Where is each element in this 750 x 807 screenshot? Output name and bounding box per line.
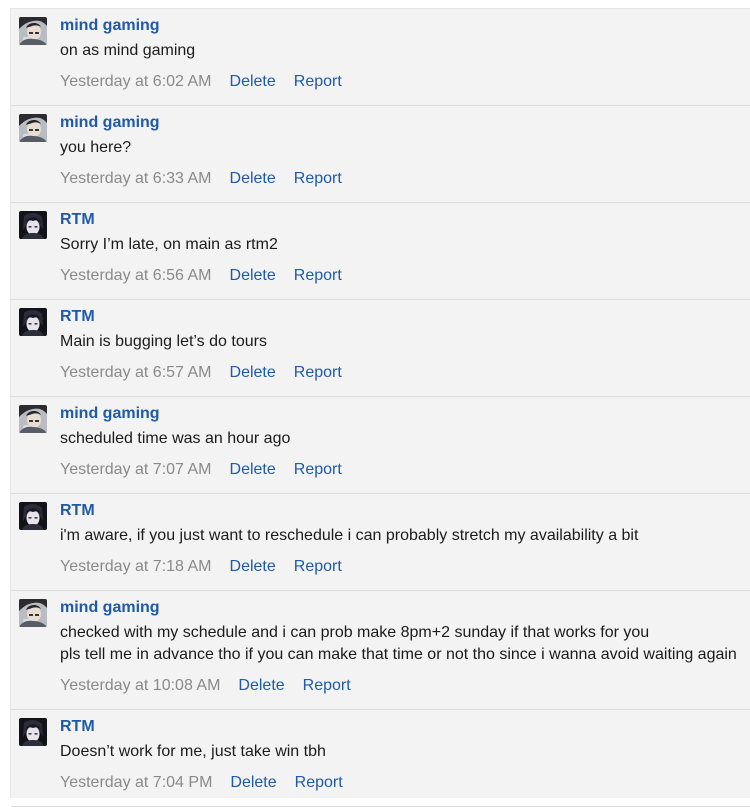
message-item: RTM i'm aware, if you just want to resche… <box>11 494 750 591</box>
message-text-line: scheduled time was an hour ago <box>60 430 291 447</box>
message-body: Main is bugging let’s do tours <box>60 331 267 353</box>
message-text-line: pls tell me in advance tho if you can ma… <box>60 646 737 663</box>
message-author[interactable]: RTM <box>60 211 95 229</box>
rtm-avatar-icon[interactable] <box>19 718 47 746</box>
message-meta: Yesterday at 6:57 AM Delete Report <box>60 363 342 383</box>
message-body: on as mind gaming <box>60 40 195 62</box>
delete-link[interactable]: Delete <box>230 364 276 381</box>
message-timestamp: Yesterday at 6:56 AM <box>60 267 212 284</box>
message-timestamp: Yesterday at 10:08 AM <box>60 677 221 694</box>
message-body: Doesn’t work for me, just take win tbh <box>60 741 326 763</box>
delete-link[interactable]: Delete <box>238 677 284 694</box>
message-meta: Yesterday at 6:02 AM Delete Report <box>60 72 342 92</box>
report-link[interactable]: Report <box>294 558 342 575</box>
message-meta: Yesterday at 7:07 AM Delete Report <box>60 460 342 480</box>
message-author[interactable]: mind gaming <box>60 599 160 617</box>
message-text-line: Sorry I’m late, on main as rtm2 <box>60 236 278 253</box>
message-timestamp: Yesterday at 7:07 AM <box>60 461 212 478</box>
delete-link[interactable]: Delete <box>230 558 276 575</box>
message-timestamp: Yesterday at 6:02 AM <box>60 73 212 90</box>
message-item: mind gaming you here? Yesterday at 6:33 AM… <box>11 106 750 203</box>
report-link[interactable]: Report <box>294 461 342 478</box>
message-body: scheduled time was an hour ago <box>60 428 290 450</box>
report-link[interactable]: Report <box>294 364 342 381</box>
message-text-line: Main is bugging let’s do tours <box>60 333 267 350</box>
message-text-line: Doesn’t work for me, just take win tbh <box>60 743 326 760</box>
message-thread: mind gaming on as mind gaming Yesterday at… <box>10 8 750 807</box>
mind-gaming-avatar-icon[interactable] <box>19 114 47 142</box>
report-link[interactable]: Report <box>295 774 343 791</box>
message-meta: Yesterday at 7:04 PM Delete Report <box>60 773 343 793</box>
message-meta: Yesterday at 6:56 AM Delete Report <box>60 266 342 286</box>
message-item: RTM Doesn’t work for me, just take win tb… <box>11 710 750 807</box>
rtm-avatar-icon[interactable] <box>19 211 47 239</box>
message-timestamp: Yesterday at 6:33 AM <box>60 170 212 187</box>
rtm-avatar-icon[interactable] <box>19 308 47 336</box>
message-author[interactable]: RTM <box>60 502 95 520</box>
message-text-line: checked with my schedule and i can prob … <box>60 624 650 641</box>
message-meta: Yesterday at 6:33 AM Delete Report <box>60 169 342 189</box>
delete-link[interactable]: Delete <box>230 73 276 90</box>
message-text-line: you here? <box>60 139 132 156</box>
report-link[interactable]: Report <box>294 170 342 187</box>
message-author[interactable]: RTM <box>60 308 95 326</box>
message-body: Sorry I’m late, on main as rtm2 <box>60 234 278 256</box>
message-meta: Yesterday at 7:18 AM Delete Report <box>60 557 342 577</box>
message-author[interactable]: mind gaming <box>60 114 160 132</box>
delete-link[interactable]: Delete <box>230 774 276 791</box>
message-item: mind gaming scheduled time was an hour ag… <box>11 397 750 494</box>
report-link[interactable]: Report <box>303 677 351 694</box>
delete-link[interactable]: Delete <box>230 461 276 478</box>
mind-gaming-avatar-icon[interactable] <box>19 17 47 45</box>
message-body: you here? <box>60 137 131 159</box>
message-text-line: i'm aware, if you just want to reschedul… <box>60 527 639 544</box>
message-author[interactable]: RTM <box>60 718 95 736</box>
delete-link[interactable]: Delete <box>230 170 276 187</box>
report-link[interactable]: Report <box>294 73 342 90</box>
message-item: mind gaming on as mind gaming Yesterday at… <box>11 9 750 106</box>
message-item: RTM Sorry I’m late, on main as rtm2 Yester… <box>11 203 750 300</box>
delete-link[interactable]: Delete <box>230 267 276 284</box>
message-body: checked with my schedule and i can prob … <box>60 622 737 666</box>
message-body: i'm aware, if you just want to reschedul… <box>60 525 638 547</box>
message-meta: Yesterday at 10:08 AM Delete Report <box>60 676 351 696</box>
message-author[interactable]: mind gaming <box>60 17 160 35</box>
message-item: mind gaming checked with my schedule and … <box>11 591 750 710</box>
message-timestamp: Yesterday at 7:18 AM <box>60 558 212 575</box>
message-author[interactable]: mind gaming <box>60 405 160 423</box>
message-timestamp: Yesterday at 6:57 AM <box>60 364 212 381</box>
mind-gaming-avatar-icon[interactable] <box>19 405 47 433</box>
mind-gaming-avatar-icon[interactable] <box>19 599 47 627</box>
message-text-line: on as mind gaming <box>60 42 196 59</box>
report-link[interactable]: Report <box>294 267 342 284</box>
rtm-avatar-icon[interactable] <box>19 502 47 530</box>
message-item: RTM Main is bugging let’s do tours Yesterd… <box>11 300 750 397</box>
message-timestamp: Yesterday at 7:04 PM <box>60 774 213 791</box>
